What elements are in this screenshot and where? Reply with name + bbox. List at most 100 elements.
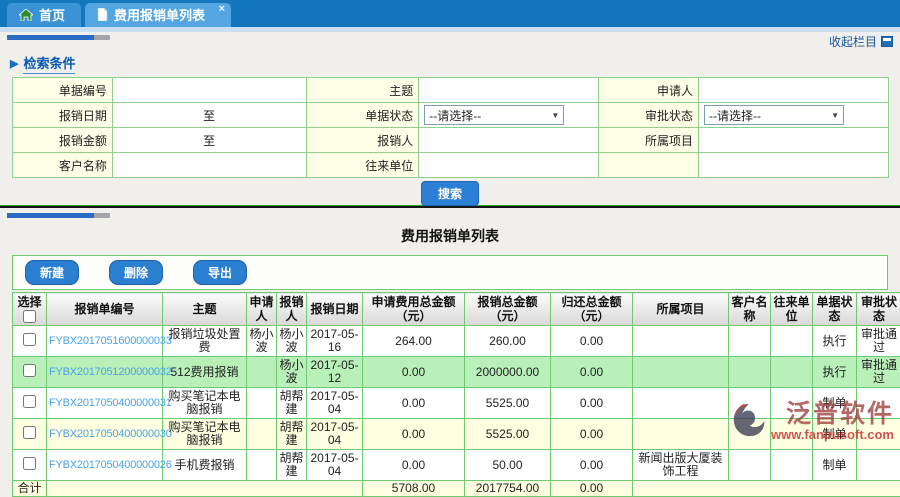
subject-label: 主题: [306, 78, 419, 103]
horizontal-scrollbar-top[interactable]: [7, 35, 110, 40]
col-customer: 客户名称: [729, 293, 771, 326]
total-row: 合计 5708.00 2017754.00 0.00: [13, 481, 900, 497]
collapse-icon[interactable]: [881, 36, 893, 47]
table-row[interactable]: FYBX2017050400000031 购买笔记本电脑报销 胡帮建 2017-…: [13, 388, 900, 419]
applicant-input[interactable]: [704, 81, 883, 100]
date-from-input[interactable]: [118, 106, 199, 125]
doc-no-link[interactable]: FYBX2017050400000030: [49, 428, 172, 440]
select-all-checkbox[interactable]: [23, 310, 36, 323]
tab-expense-list-label: 费用报销单列表: [114, 5, 205, 24]
subject-input[interactable]: [424, 81, 593, 100]
col-date: 报销日期: [307, 293, 363, 326]
empty-field-cell: [699, 153, 889, 178]
customer-label: 客户名称: [13, 153, 113, 178]
reimburser-label: 报销人: [306, 128, 419, 153]
date-to-label: 至: [199, 107, 219, 124]
doc-no-link[interactable]: FYBX2017050400000026: [49, 459, 172, 471]
col-returned-amount: 归还总金额（元）: [551, 293, 633, 326]
tab-expense-list[interactable]: 费用报销单列表 ×: [85, 3, 231, 27]
search-button[interactable]: 搜索: [421, 181, 479, 206]
doc-status-value: 制单: [813, 388, 857, 419]
project-input[interactable]: [704, 131, 883, 150]
project-label: 所属项目: [599, 128, 699, 153]
doc-no-link[interactable]: FYBX2017050400000031: [49, 397, 172, 409]
reimburser-input[interactable]: [424, 131, 593, 150]
collapse-columns-label: 收起栏目: [829, 33, 877, 50]
search-button-row: 搜索: [0, 178, 900, 205]
row-checkbox[interactable]: [23, 426, 36, 439]
utility-row: 收起栏目: [0, 32, 900, 49]
approval-status-value: 审批通过: [857, 326, 900, 357]
doc-status-value: 制单: [813, 419, 857, 450]
approval-status-select[interactable]: --请选择-- ▼: [704, 105, 844, 125]
doc-status-value: 执行: [813, 357, 857, 388]
search-form: 单据编号 主题 申请人 报销日期 至 单据状态 --请选择-- ▼ 审批状态 -…: [12, 77, 889, 178]
document-icon: [97, 8, 108, 21]
doc-status-select-value: --请选择--: [429, 107, 481, 124]
doc-status-select[interactable]: --请选择-- ▼: [424, 105, 564, 125]
doc-no-link[interactable]: FYBX2017051200000032: [49, 366, 172, 378]
table-row[interactable]: FYBX2017050400000030 购买笔记本电脑报销 胡帮建 2017-…: [13, 419, 900, 450]
approval-status-value: [857, 388, 900, 419]
tab-home[interactable]: 首页: [7, 3, 81, 27]
close-icon[interactable]: ×: [219, 3, 225, 15]
row-checkbox[interactable]: [23, 457, 36, 470]
row-checkbox[interactable]: [23, 364, 36, 377]
list-toolbar: 新建 删除 导出: [12, 255, 888, 290]
col-approval-status: 审批状态: [857, 293, 900, 326]
applicant-label: 申请人: [599, 78, 699, 103]
doc-status-value: 制单: [813, 450, 857, 481]
col-select: 选择: [13, 293, 47, 326]
list-title: 费用报销单列表: [0, 226, 900, 246]
approval-status-value: [857, 419, 900, 450]
col-unit: 往来单位: [771, 293, 813, 326]
col-doc-status: 单据状态: [813, 293, 857, 326]
doc-no-label: 单据编号: [13, 78, 113, 103]
doc-status-label: 单据状态: [306, 103, 419, 128]
new-button[interactable]: 新建: [25, 260, 79, 285]
unit-label: 往来单位: [306, 153, 419, 178]
total-applied: 5708.00: [363, 481, 465, 497]
scrollbar-thumb[interactable]: [7, 35, 94, 40]
table-row-selected[interactable]: FYBX2017051200000032 512费用报销 杨小波 2017-05…: [13, 357, 900, 388]
col-doc-no: 报销单编号: [47, 293, 163, 326]
total-reimbursed: 2017754.00: [465, 481, 551, 497]
unit-input[interactable]: [424, 156, 593, 175]
home-icon: [19, 9, 33, 21]
approval-status-label: 审批状态: [599, 103, 699, 128]
table-header-row: 选择 报销单编号 主题 申请人 报销人 报销日期 申请费用总金额（元） 报销总金…: [13, 293, 900, 326]
collapse-columns-control[interactable]: 收起栏目: [829, 33, 893, 50]
export-button[interactable]: 导出: [193, 260, 247, 285]
row-checkbox[interactable]: [23, 395, 36, 408]
empty-label-cell: [599, 153, 699, 178]
chevron-down-icon: ▼: [831, 111, 839, 120]
expense-table: 选择 报销单编号 主题 申请人 报销人 报销日期 申请费用总金额（元） 报销总金…: [12, 292, 900, 497]
total-label: 合计: [13, 481, 47, 497]
amount-to-label: 至: [199, 132, 219, 149]
tab-bar: 首页 费用报销单列表 ×: [0, 0, 900, 27]
table-row[interactable]: FYBX2017050400000026 手机费报销 胡帮建 2017-05-0…: [13, 450, 900, 481]
customer-input[interactable]: [118, 156, 301, 175]
col-applied-amount: 申请费用总金额（元）: [363, 293, 465, 326]
date-label: 报销日期: [13, 103, 113, 128]
approval-status-value: 审批通过: [857, 357, 900, 388]
col-reimburser: 报销人: [277, 293, 307, 326]
section-arrow-icon: ▶: [10, 57, 18, 70]
amount-from-input[interactable]: [118, 131, 199, 150]
row-checkbox[interactable]: [23, 333, 36, 346]
horizontal-scrollbar-list[interactable]: [7, 213, 110, 218]
col-reimbursed-amount: 报销总金额（元）: [465, 293, 551, 326]
search-section-title: 检索条件: [23, 53, 75, 74]
date-to-input[interactable]: [219, 106, 300, 125]
search-section-header: ▶ 检索条件: [10, 53, 900, 74]
table-row[interactable]: FYBX2017051600000033 报销垃圾处置费 杨小波 杨小波 201…: [13, 326, 900, 357]
scrollbar-thumb[interactable]: [7, 213, 94, 218]
list-scroll-row: [0, 208, 900, 222]
col-project: 所属项目: [633, 293, 729, 326]
doc-no-link[interactable]: FYBX2017051600000033: [49, 335, 172, 347]
approval-status-select-value: --请选择--: [709, 107, 761, 124]
amount-to-input[interactable]: [219, 131, 300, 150]
doc-no-input[interactable]: [118, 81, 301, 100]
tab-home-label: 首页: [39, 5, 65, 24]
delete-button[interactable]: 删除: [109, 260, 163, 285]
